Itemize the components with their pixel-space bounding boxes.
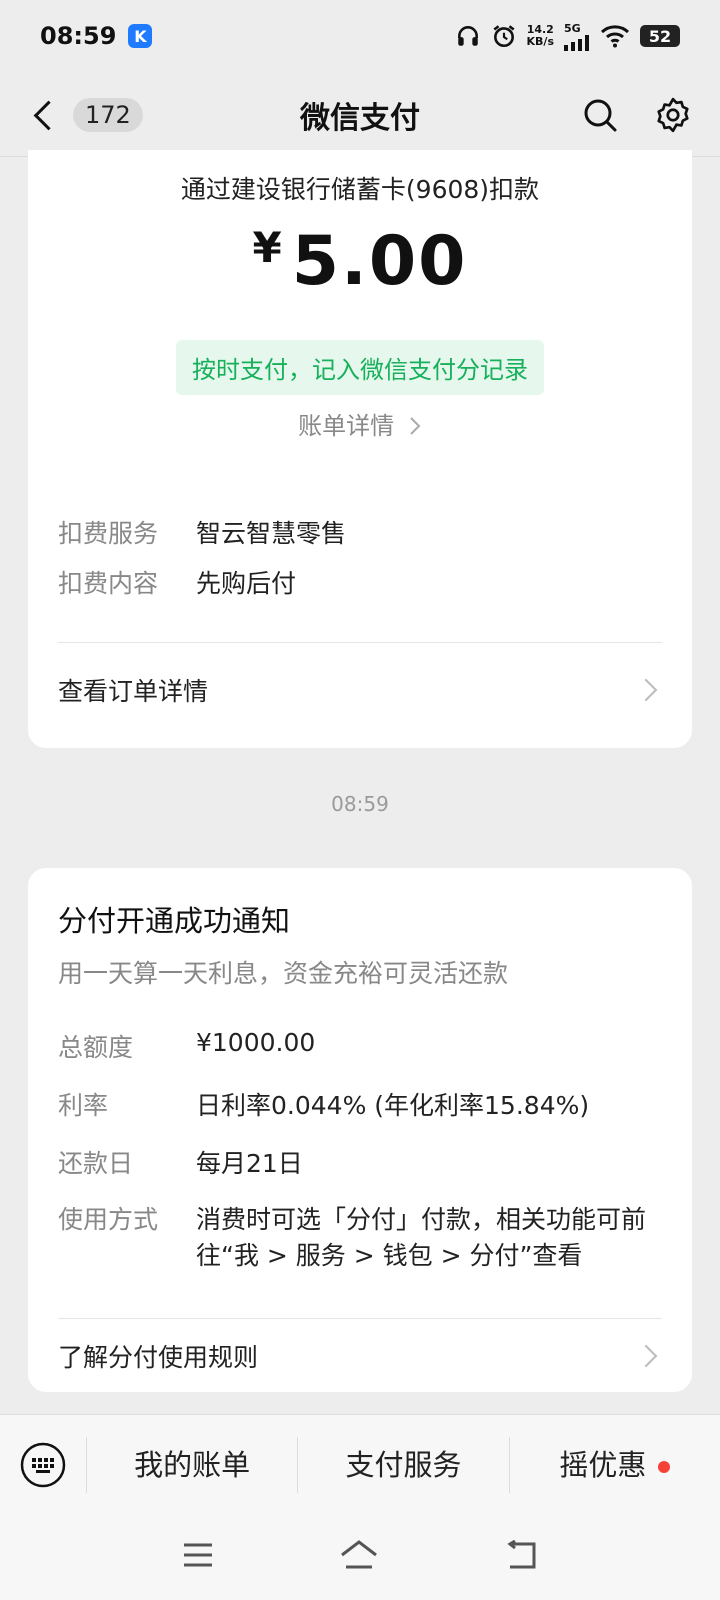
detail-value: ¥1000.00: [196, 1028, 316, 1057]
order-detail-link[interactable]: 查看订单详情: [58, 672, 662, 708]
keyboard-toggle-button[interactable]: [0, 1441, 86, 1489]
headphones-icon: [457, 26, 478, 46]
unread-count-badge: 172: [73, 98, 143, 132]
gear-icon: [657, 97, 689, 133]
signal-group: 5G: [564, 22, 590, 51]
menu-shake-offers[interactable]: 摇优惠: [508, 1437, 720, 1493]
card-title: 分付开通成功通知: [58, 904, 291, 938]
detail-key: 还款日: [58, 1149, 134, 1178]
card-divider: [58, 642, 662, 643]
menu-my-bills[interactable]: 我的账单: [86, 1437, 297, 1493]
bill-detail-link[interactable]: 账单详情: [28, 406, 692, 441]
keyboard-icon: [20, 1442, 66, 1488]
settings-button[interactable]: [654, 96, 692, 134]
detail-row-rate: 利率 日利率0.044% (年化利率15.84%): [58, 1086, 662, 1122]
menu-payment-services[interactable]: 支付服务: [297, 1437, 508, 1493]
currency-symbol: ¥: [252, 223, 282, 272]
home-icon: [341, 1540, 377, 1569]
payment-source: 通过建设银行储蓄卡(9608)扣款: [180, 175, 540, 204]
alarm-icon: [492, 25, 515, 48]
signal-icon: [564, 34, 589, 51]
menu-button[interactable]: [182, 1542, 214, 1572]
notification-dot: [658, 1461, 671, 1473]
detail-value: 先购后付: [196, 569, 297, 598]
detail-value: 日利率0.044% (年化利率15.84%): [196, 1091, 590, 1120]
home-button[interactable]: [339, 1539, 379, 1575]
back-nav-button[interactable]: [504, 1539, 538, 1574]
header-actions: [582, 96, 692, 134]
status-time: 08:59: [40, 22, 117, 50]
detail-value: 消费时可选「分付」付款，相关功能可前往“我 > 服务 > 钱包 > 分付”查看: [196, 1205, 647, 1270]
detail-key: 利率: [58, 1091, 109, 1120]
payment-card: 通过建设银行储蓄卡(9608)扣款 ¥5.00 按时支付，记入微信支付分记录 账…: [28, 150, 692, 748]
network-type: 5G: [564, 21, 581, 35]
search-icon: [584, 99, 617, 132]
detail-key: 扣费内容: [58, 569, 159, 598]
network-speed: 14.2 KB/s: [526, 23, 554, 48]
search-button[interactable]: [582, 97, 618, 133]
ontime-notice-badge: 按时支付，记入微信支付分记录: [176, 340, 544, 395]
app-notification-icon: K: [128, 24, 153, 48]
detail-value: 智云智慧零售: [196, 519, 347, 548]
fenfu-rules-link[interactable]: 了解分付使用规则: [58, 1338, 662, 1374]
battery-icon: 52: [640, 25, 680, 47]
system-nav-bar: [0, 1514, 720, 1600]
detail-row-service: 扣费服务 智云智慧零售: [58, 514, 662, 550]
wifi-icon: [600, 25, 630, 48]
chevron-left-icon: [33, 100, 64, 130]
chevron-right-icon: [634, 678, 658, 702]
back-button[interactable]: 172: [28, 98, 143, 132]
chat-header: 172 微信支付: [0, 80, 720, 150]
amount-value: 5.00: [291, 222, 468, 301]
detail-row-limit: 总额度 ¥1000.00: [58, 1028, 662, 1064]
fenfu-notice-card[interactable]: 分付开通成功通知 用一天算一天利息，资金充裕可灵活还款 总额度 ¥1000.00…: [28, 868, 692, 1392]
chevron-right-icon: [410, 417, 421, 435]
detail-row-usage: 使用方式 消费时可选「分付」付款，相关功能可前往“我 > 服务 > 钱包 > 分…: [58, 1202, 662, 1274]
detail-key: 扣费服务: [58, 519, 159, 548]
menu-icon: [184, 1543, 213, 1567]
message-timestamp: 08:59: [331, 792, 389, 816]
detail-value: 每月21日: [196, 1149, 303, 1178]
card-subtitle: 用一天算一天利息，资金充裕可灵活还款: [58, 959, 509, 988]
chevron-right-icon: [634, 1344, 658, 1368]
card-divider: [58, 1318, 662, 1319]
status-icons: 14.2 KB/s 5G 52: [455, 22, 680, 51]
status-bar: 08:59 K 14.2 KB/s 5G 52: [0, 0, 720, 72]
bottom-menu-bar: 我的账单 支付服务 摇优惠: [0, 1414, 720, 1515]
detail-key: 使用方式: [58, 1205, 159, 1234]
detail-key: 总额度: [58, 1033, 134, 1062]
payment-amount: ¥5.00: [28, 222, 692, 301]
back-nav-icon: [507, 1539, 536, 1569]
detail-row-repay-day: 还款日 每月21日: [58, 1144, 662, 1180]
detail-row-content: 扣费内容 先购后付: [58, 564, 662, 600]
